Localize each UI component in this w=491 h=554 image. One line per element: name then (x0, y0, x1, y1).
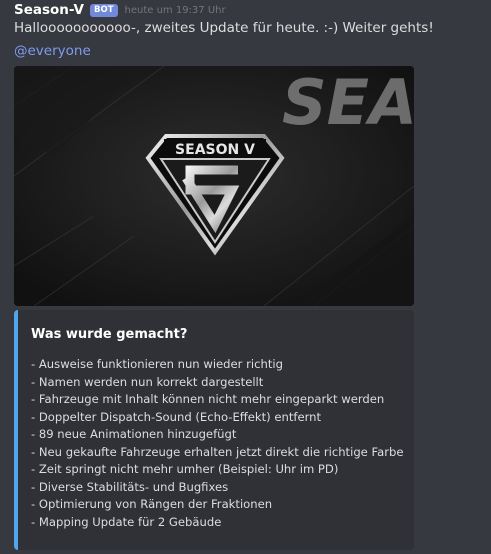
attachment-image[interactable]: SEAS SEASON V (14, 66, 414, 306)
message-text: Hallooooooooooo-, zweites Update für heu… (14, 20, 434, 36)
embed-title: Was wurde gemacht? (31, 327, 188, 342)
changelog-item: - Neu gekaufte Fahrzeuge erhalten jetzt … (31, 444, 404, 459)
message-timestamp: heute um 19:37 Uhr (124, 4, 226, 16)
everyone-mention[interactable]: @everyone (14, 43, 91, 59)
changelog-item: - Ausweise funktionieren nun wieder rich… (31, 357, 283, 371)
logo-text: SEASON V (175, 142, 255, 158)
message-embed: Was wurde gemacht? - Ausweise funktionie… (14, 310, 414, 550)
bot-badge: BOT (89, 3, 118, 17)
changelog-item: - 89 neue Animationen hinzugefügt (31, 427, 237, 441)
changelog-item: - Zeit springt nicht mehr umher (Beispie… (31, 462, 339, 476)
changelog-item: - Diverse Stabilitäts- und Bugfixes (31, 479, 229, 494)
embed-accent-bar (14, 310, 18, 550)
message-header: Season-V BOT heute um 19:37 Uhr (14, 0, 226, 20)
changelog-item: - Namen werden nun korrekt dargestellt (31, 374, 264, 389)
changelog-list: - Ausweise funktionieren nun wieder rich… (31, 356, 403, 531)
season-v-banner-graphic: SEAS SEASON V (14, 66, 414, 306)
chat-message: Season-V BOT heute um 19:37 Uhr Halloooo… (0, 0, 491, 554)
changelog-item: - Doppelter Dispatch-Sound (Echo-Effekt)… (31, 409, 322, 424)
changelog-item: - Fahrzeuge mit Inhalt können nicht mehr… (31, 392, 385, 406)
author-name[interactable]: Season-V (14, 2, 84, 18)
changelog-item: - Mapping Update für 2 Gebäude (31, 514, 222, 529)
background-season-text: SEAS (282, 66, 414, 139)
changelog-item: - Optimierung von Rängen der Fraktionen (31, 497, 273, 511)
